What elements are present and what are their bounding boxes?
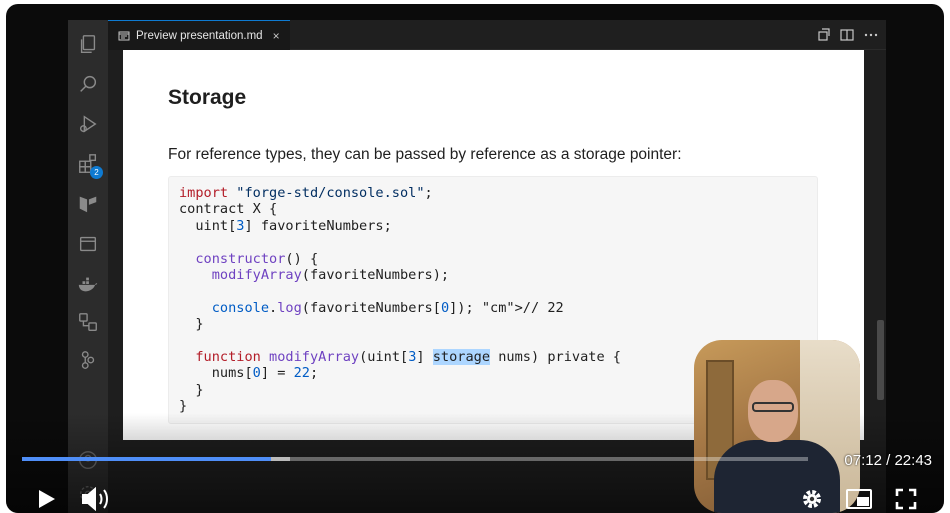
presenter-webcam <box>694 340 860 513</box>
picture-in-picture-button[interactable] <box>844 486 874 512</box>
play-icon <box>39 490 55 508</box>
picture-in-picture-icon <box>846 489 872 509</box>
docker-icon[interactable] <box>76 272 100 296</box>
close-icon[interactable]: × <box>273 29 280 43</box>
section-paragraph: For reference types, they can be passed … <box>168 146 682 163</box>
section-heading: Storage <box>168 86 247 109</box>
extensions-icon[interactable]: 2 <box>76 152 103 179</box>
editor-actions <box>816 20 878 50</box>
progress-bar[interactable] <box>22 457 808 461</box>
remote-icon[interactable] <box>76 310 100 334</box>
editor-tab-bar: Preview presentation.md × <box>108 20 886 50</box>
run-debug-icon[interactable] <box>76 112 100 136</box>
progress-played <box>22 457 272 461</box>
foundry-icon[interactable] <box>76 192 100 216</box>
preview-icon <box>118 31 130 40</box>
more-actions-icon[interactable] <box>864 28 878 42</box>
open-source-icon[interactable] <box>816 28 830 42</box>
code-line: contract X { <box>179 201 278 218</box>
source-control-icon[interactable] <box>76 348 100 372</box>
code-line: console.log(favoriteNumbers[0]); "cm">//… <box>211 299 564 316</box>
video-player[interactable]: 2 Preview presentation.md × Storage For … <box>6 4 944 513</box>
time-display: 07:12 / 22:43 <box>844 452 932 469</box>
code-line: import "forge-std/console.sol"; <box>179 185 433 201</box>
extensions-badge: 2 <box>90 166 103 179</box>
code-line: } <box>179 381 204 398</box>
fullscreen-icon <box>895 488 917 510</box>
code-line: uint[3] favoriteNumbers; <box>179 217 392 234</box>
tab-preview-presentation[interactable]: Preview presentation.md × <box>108 20 290 50</box>
settings-icon <box>803 490 821 508</box>
explorer-icon[interactable] <box>76 32 100 56</box>
fullscreen-button[interactable] <box>894 486 918 512</box>
volume-icon <box>82 487 108 511</box>
play-button[interactable] <box>34 486 60 512</box>
code-line: nums[0] = 22; <box>179 365 319 382</box>
tab-title: Preview presentation.md <box>136 29 263 42</box>
search-icon[interactable] <box>76 72 100 96</box>
code-content: import "forge-std/console.sol"; contract … <box>179 185 621 415</box>
code-line: constructor() { <box>195 250 319 267</box>
code-line: modifyArray(favoriteNumbers); <box>211 267 450 284</box>
split-editor-icon[interactable] <box>840 28 854 42</box>
settings-button[interactable] <box>800 486 824 512</box>
code-line: function modifyArray(uint[3] storage num… <box>195 349 621 366</box>
editor-scrollbar[interactable] <box>877 320 884 400</box>
volume-button[interactable] <box>80 486 116 512</box>
panel-icon[interactable] <box>76 232 100 256</box>
code-line: } <box>179 316 204 333</box>
